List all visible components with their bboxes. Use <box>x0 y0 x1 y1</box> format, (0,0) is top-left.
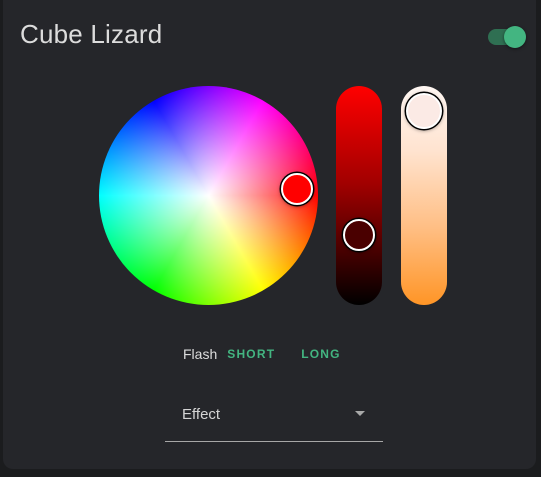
flash-row: Flash SHORT LONG <box>183 342 341 366</box>
light-card: Cube Lizard Flash SHORT LONG Effect <box>3 0 536 469</box>
white-value-slider[interactable] <box>401 86 447 305</box>
flash-label: Flash <box>183 346 218 362</box>
flash-short-button[interactable]: SHORT <box>227 343 275 365</box>
effect-select-label: Effect <box>182 406 221 423</box>
power-toggle[interactable] <box>486 26 526 48</box>
brightness-slider[interactable] <box>336 86 382 305</box>
caret-down-icon <box>355 411 365 416</box>
flash-long-button[interactable]: LONG <box>301 343 340 365</box>
white-value-slider-handle[interactable] <box>406 93 442 129</box>
color-wheel[interactable] <box>99 86 318 305</box>
effect-select[interactable]: Effect <box>165 398 383 442</box>
brightness-slider-handle[interactable] <box>343 219 375 251</box>
card-title: Cube Lizard <box>20 19 163 49</box>
toggle-thumb <box>504 26 526 48</box>
color-wheel-handle[interactable] <box>281 173 313 205</box>
